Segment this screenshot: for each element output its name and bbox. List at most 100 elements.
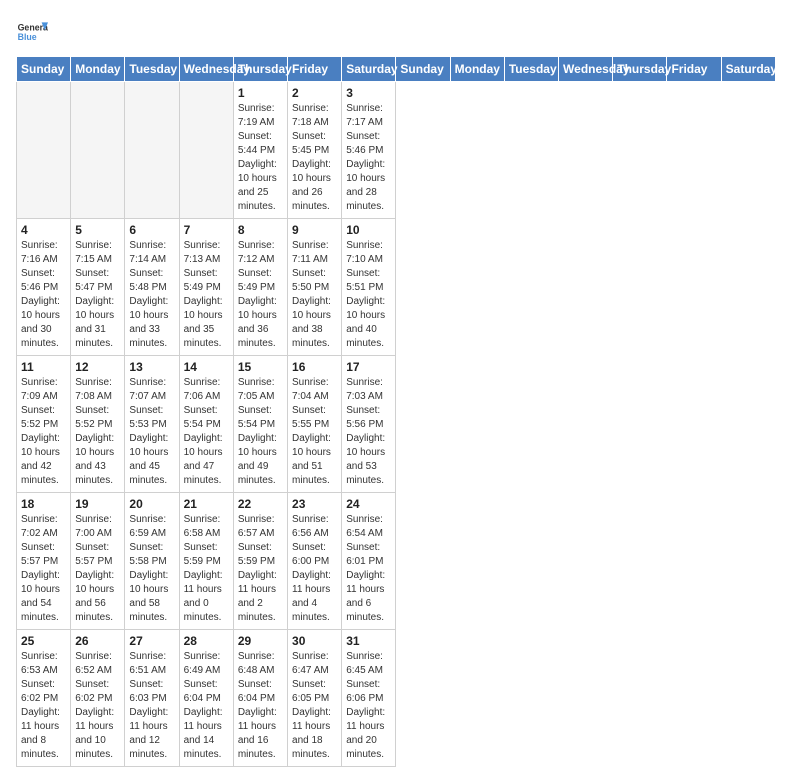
day-cell: 18 Sunrise: 7:02 AM Sunset: 5:57 PM Dayli… — [17, 493, 71, 630]
day-info: Sunrise: 7:07 AM Sunset: 5:53 PM Dayligh… — [129, 376, 174, 488]
day-cell: 2 Sunrise: 7:18 AM Sunset: 5:45 PM Daylig… — [288, 82, 342, 219]
day-number: 2 — [292, 86, 337, 100]
week-row-4: 18 Sunrise: 7:02 AM Sunset: 5:57 PM Dayli… — [17, 493, 776, 630]
col-header-saturday: Saturday — [721, 57, 775, 82]
day-number: 10 — [346, 223, 391, 237]
day-info: Sunrise: 7:10 AM Sunset: 5:51 PM Dayligh… — [346, 239, 391, 351]
day-cell: 24Sunrise: 6:54 AM Sunset: 6:01 PM Dayli… — [342, 493, 396, 630]
day-number: 31 — [346, 634, 391, 648]
day-number: 12 — [75, 360, 120, 374]
day-info: Sunrise: 6:58 AM Sunset: 5:59 PM Dayligh… — [184, 513, 229, 625]
day-cell: 8 Sunrise: 7:12 AM Sunset: 5:49 PM Daylig… — [233, 219, 287, 356]
day-info: Sunrise: 7:02 AM Sunset: 5:57 PM Dayligh… — [21, 513, 66, 625]
col-header-tuesday: Tuesday — [504, 57, 558, 82]
day-cell: 27 Sunrise: 6:51 AM Sunset: 6:03 PM Dayli… — [125, 630, 179, 767]
day-info: Sunrise: 6:57 AM Sunset: 5:59 PM Dayligh… — [238, 513, 283, 625]
day-number: 14 — [184, 360, 229, 374]
day-cell — [125, 82, 179, 219]
day-info: Sunrise: 6:49 AM Sunset: 6:04 PM Dayligh… — [184, 650, 229, 762]
day-info: Sunrise: 7:00 AM Sunset: 5:57 PM Dayligh… — [75, 513, 120, 625]
day-info: Sunrise: 7:12 AM Sunset: 5:49 PM Dayligh… — [238, 239, 283, 351]
calendar-table: SundayMondayTuesdayWednesdayThursdayFrid… — [16, 56, 776, 767]
day-cell: 26Sunrise: 6:52 AM Sunset: 6:02 PM Dayli… — [71, 630, 125, 767]
day-number: 15 — [238, 360, 283, 374]
col-header-thursday: Thursday — [613, 57, 667, 82]
day-cell — [179, 82, 233, 219]
day-cell: 31Sunrise: 6:45 AM Sunset: 6:06 PM Dayli… — [342, 630, 396, 767]
day-info: Sunrise: 6:56 AM Sunset: 6:00 PM Dayligh… — [292, 513, 337, 625]
day-number: 21 — [184, 497, 229, 511]
day-cell: 13 Sunrise: 7:07 AM Sunset: 5:53 PM Dayli… — [125, 356, 179, 493]
day-cell — [71, 82, 125, 219]
day-info: Sunrise: 7:11 AM Sunset: 5:50 PM Dayligh… — [292, 239, 337, 351]
day-cell: 1 Sunrise: 7:19 AM Sunset: 5:44 PM Daylig… — [233, 82, 287, 219]
day-number: 18 — [21, 497, 66, 511]
day-info: Sunrise: 7:04 AM Sunset: 5:55 PM Dayligh… — [292, 376, 337, 488]
day-number: 16 — [292, 360, 337, 374]
day-cell: 16 Sunrise: 7:04 AM Sunset: 5:55 PM Dayli… — [288, 356, 342, 493]
col-header-monday: Monday — [450, 57, 504, 82]
day-info: Sunrise: 6:48 AM Sunset: 6:04 PM Dayligh… — [238, 650, 283, 762]
day-info: Sunrise: 7:19 AM Sunset: 5:44 PM Dayligh… — [238, 102, 283, 214]
day-cell: 17 Sunrise: 7:03 AM Sunset: 5:56 PM Dayli… — [342, 356, 396, 493]
day-number: 9 — [292, 223, 337, 237]
day-info: Sunrise: 7:17 AM Sunset: 5:46 PM Dayligh… — [346, 102, 391, 214]
day-cell: 9 Sunrise: 7:11 AM Sunset: 5:50 PM Daylig… — [288, 219, 342, 356]
day-info: Sunrise: 7:13 AM Sunset: 5:49 PM Dayligh… — [184, 239, 229, 351]
day-cell: 12Sunrise: 7:08 AM Sunset: 5:52 PM Dayli… — [71, 356, 125, 493]
day-cell: 14Sunrise: 7:06 AM Sunset: 5:54 PM Dayli… — [179, 356, 233, 493]
day-number: 29 — [238, 634, 283, 648]
day-number: 30 — [292, 634, 337, 648]
header-row: SundayMondayTuesdayWednesdayThursdayFrid… — [17, 57, 776, 82]
day-number: 25 — [21, 634, 66, 648]
day-info: Sunrise: 6:51 AM Sunset: 6:03 PM Dayligh… — [129, 650, 174, 762]
day-info: Sunrise: 7:05 AM Sunset: 5:54 PM Dayligh… — [238, 376, 283, 488]
day-number: 13 — [129, 360, 174, 374]
header-tuesday: Tuesday — [125, 57, 179, 82]
day-info: Sunrise: 7:14 AM Sunset: 5:48 PM Dayligh… — [129, 239, 174, 351]
header-sunday: Sunday — [17, 57, 71, 82]
header-monday: Monday — [71, 57, 125, 82]
day-cell: 5 Sunrise: 7:15 AM Sunset: 5:47 PM Daylig… — [71, 219, 125, 356]
day-number: 4 — [21, 223, 66, 237]
week-row-5: 25Sunrise: 6:53 AM Sunset: 6:02 PM Dayli… — [17, 630, 776, 767]
header-saturday: Saturday — [342, 57, 396, 82]
header-friday: Friday — [288, 57, 342, 82]
day-number: 1 — [238, 86, 283, 100]
day-cell: 21 Sunrise: 6:58 AM Sunset: 5:59 PM Dayli… — [179, 493, 233, 630]
col-header-wednesday: Wednesday — [559, 57, 613, 82]
day-info: Sunrise: 7:18 AM Sunset: 5:45 PM Dayligh… — [292, 102, 337, 214]
day-cell: 10 Sunrise: 7:10 AM Sunset: 5:51 PM Dayli… — [342, 219, 396, 356]
day-number: 7 — [184, 223, 229, 237]
day-info: Sunrise: 7:09 AM Sunset: 5:52 PM Dayligh… — [21, 376, 66, 488]
day-cell: 3 Sunrise: 7:17 AM Sunset: 5:46 PM Daylig… — [342, 82, 396, 219]
day-cell: 28 Sunrise: 6:49 AM Sunset: 6:04 PM Dayli… — [179, 630, 233, 767]
svg-text:Blue: Blue — [18, 32, 37, 42]
logo: General Blue — [16, 16, 52, 48]
day-number: 17 — [346, 360, 391, 374]
day-cell: 6Sunrise: 7:14 AM Sunset: 5:48 PM Daylig… — [125, 219, 179, 356]
day-number: 5 — [75, 223, 120, 237]
day-number: 20 — [129, 497, 174, 511]
page-header: General Blue — [16, 16, 776, 48]
day-cell: 19 Sunrise: 7:00 AM Sunset: 5:57 PM Dayli… — [71, 493, 125, 630]
day-cell: 15 Sunrise: 7:05 AM Sunset: 5:54 PM Dayli… — [233, 356, 287, 493]
week-row-3: 11 Sunrise: 7:09 AM Sunset: 5:52 PM Dayli… — [17, 356, 776, 493]
day-info: Sunrise: 6:59 AM Sunset: 5:58 PM Dayligh… — [129, 513, 174, 625]
day-number: 8 — [238, 223, 283, 237]
day-number: 3 — [346, 86, 391, 100]
day-info: Sunrise: 7:16 AM Sunset: 5:46 PM Dayligh… — [21, 239, 66, 351]
week-row-1: 1 Sunrise: 7:19 AM Sunset: 5:44 PM Daylig… — [17, 82, 776, 219]
day-info: Sunrise: 7:03 AM Sunset: 5:56 PM Dayligh… — [346, 376, 391, 488]
day-number: 28 — [184, 634, 229, 648]
day-number: 11 — [21, 360, 66, 374]
day-number: 27 — [129, 634, 174, 648]
day-info: Sunrise: 6:47 AM Sunset: 6:05 PM Dayligh… — [292, 650, 337, 762]
day-cell: 4 Sunrise: 7:16 AM Sunset: 5:46 PM Daylig… — [17, 219, 71, 356]
day-number: 19 — [75, 497, 120, 511]
day-number: 23 — [292, 497, 337, 511]
day-info: Sunrise: 7:15 AM Sunset: 5:47 PM Dayligh… — [75, 239, 120, 351]
day-cell: 22Sunrise: 6:57 AM Sunset: 5:59 PM Dayli… — [233, 493, 287, 630]
header-wednesday: Wednesday — [179, 57, 233, 82]
col-header-friday: Friday — [667, 57, 721, 82]
